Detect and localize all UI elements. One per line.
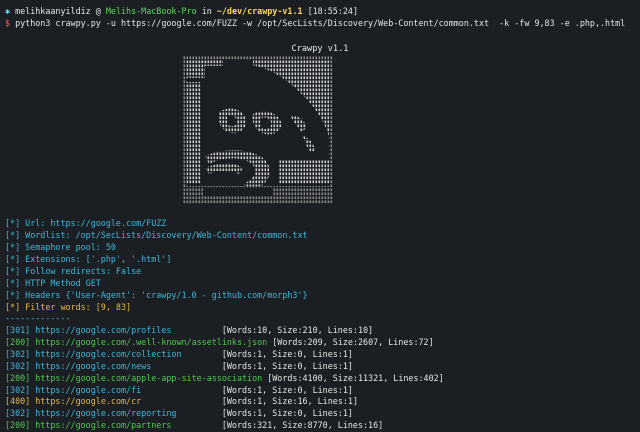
status-code: [301] [5, 325, 31, 335]
result-padding [171, 325, 221, 335]
status-code: [302] [5, 360, 31, 371]
result-padding [141, 385, 222, 395]
prompt-bullet-icon: ✱ [5, 6, 11, 16]
prompt-path: ~/dev/crawpy-v1.1 [216, 6, 303, 16]
config-method: [*] HTTP Method GET [5, 278, 101, 288]
banner-title: Crawpy v1.1 [291, 44, 349, 54]
result-padding [182, 349, 222, 359]
command-line[interactable]: $ python3 crawpy.py -u https://google.co… [5, 18, 625, 30]
prompt-user: melihkaanyildiz [15, 6, 91, 16]
status-code: [200] [5, 336, 31, 347]
result-row: [200] https://google.com/.well-known/ass… [5, 337, 434, 349]
config-url: [*] Url: https://google.com/FUZZ [5, 218, 167, 228]
separator: ------------- [5, 313, 71, 323]
config-wordlist: [*] Wordlist: /opt/SecLists/Discovery/We… [5, 230, 308, 240]
status-code: [302] [5, 348, 31, 359]
result-url[interactable]: https://google.com/news [35, 361, 151, 371]
prompt-line: ✱ melihkaanyildiz @ Melihs-MacBook-Pro i… [5, 6, 358, 18]
result-url[interactable]: https://google.com/fi [35, 385, 141, 395]
result-stats: [Words:209, Size:2607, Lines:72] [272, 336, 434, 347]
result-row: [200] https://google.com/apple-app-site-… [5, 373, 444, 385]
result-row: [302] https://google.com/collection [Wor… [5, 349, 353, 361]
result-stats: [Words:10, Size:210, Lines:10] [221, 325, 374, 335]
result-url[interactable]: https://google.com/reporting [35, 408, 176, 418]
result-url[interactable]: https://google.com/partners [35, 420, 171, 430]
terminal-window: ✱ melihkaanyildiz @ Melihs-MacBook-Pro i… [0, 0, 640, 430]
result-padding [141, 396, 222, 406]
prompt-in: in [201, 6, 212, 16]
result-row: [200] https://google.com/partners [Words… [5, 420, 383, 432]
result-stats: [Words:1, Size:16, Lines:1] [221, 396, 358, 407]
result-row: [302] https://google.com/reporting [Word… [5, 408, 353, 420]
result-padding [171, 420, 221, 430]
status-code: [302] [5, 384, 31, 395]
prompt-host: Melihs-MacBook-Pro [105, 6, 197, 16]
result-row: [302] https://google.com/fi [Words:1, Si… [5, 385, 353, 397]
config-semaphore: [*] Semaphore pool: 50 [5, 242, 116, 252]
status-code: [200] [5, 420, 31, 431]
result-row: [302] https://google.com/news [Words:1, … [5, 361, 353, 373]
result-stats: [Words:321, Size:8770, Lines:16] [221, 420, 384, 431]
command-text: python3 crawpy.py -u https://google.com/… [15, 18, 626, 28]
result-url[interactable]: https://google.com/collection [35, 349, 181, 359]
result-stats: [Words:1, Size:0, Lines:1] [221, 384, 353, 395]
status-code: [302] [5, 408, 31, 419]
result-url[interactable]: https://google.com/apple-app-site-associ… [35, 373, 262, 383]
result-url[interactable]: https://google.com/cr [35, 396, 141, 406]
result-row: [400] https://google.com/cr [Words:1, Si… [5, 396, 358, 408]
config-extensions: [*] Extensions: ['.php', '.html'] [5, 254, 172, 264]
prompt-time: [18:55:24] [307, 6, 359, 16]
result-url[interactable]: https://google.com/.well-known/assetlink… [35, 337, 267, 347]
result-url[interactable]: https://google.com/profiles [35, 325, 171, 335]
prompt-at: @ [95, 6, 101, 16]
prompt-dollar: $ [5, 18, 11, 28]
status-code: [200] [5, 372, 31, 383]
status-code: [400] [5, 396, 31, 407]
crawpy-ascii-logo-icon [183, 56, 333, 204]
result-padding [151, 361, 222, 371]
result-stats: [Words:1, Size:0, Lines:1] [221, 348, 353, 359]
result-padding [176, 408, 221, 418]
config-headers: [*] Headers {'User-Agent': 'crawpy/1.0 -… [5, 290, 308, 300]
result-stats: [Words:1, Size:0, Lines:1] [221, 408, 353, 419]
config-redirects: [*] Follow redirects: False [5, 266, 142, 276]
result-stats: [Words:4100, Size:11321, Lines:402] [267, 372, 444, 383]
result-row: [301] https://google.com/profiles [Words… [5, 325, 373, 337]
result-stats: [Words:1, Size:0, Lines:1] [221, 360, 353, 371]
